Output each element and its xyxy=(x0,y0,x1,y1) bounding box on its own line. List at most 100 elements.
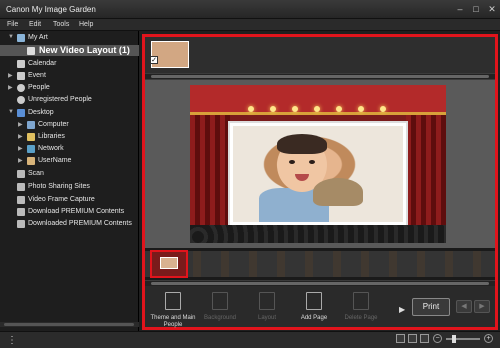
sidebar-scrollbar[interactable] xyxy=(0,322,139,327)
baby-photo[interactable] xyxy=(233,126,403,222)
menu-bar: File Edit Tools Help xyxy=(0,19,500,31)
tool-label: Add Page xyxy=(300,315,328,321)
menu-file[interactable]: File xyxy=(7,21,18,28)
zoom-in-icon[interactable]: + xyxy=(484,334,493,343)
sidebar-item-label: Photo Sharing Sites xyxy=(28,183,90,190)
network-icon xyxy=(27,145,35,153)
next-page-button[interactable]: ▶ xyxy=(474,300,490,313)
scan-icon xyxy=(17,170,25,178)
sidebar-item-people[interactable]: ▶ People xyxy=(0,83,139,94)
photo-hat xyxy=(313,178,363,206)
menu-edit[interactable]: Edit xyxy=(29,21,41,28)
thumbnail-scrollbar[interactable] xyxy=(145,74,495,79)
title-bar: Canon My Image Garden – □ ✕ xyxy=(0,0,500,19)
sidebar-item-label: My Art xyxy=(28,34,48,41)
sidebar-item-computer[interactable]: ▶ Computer xyxy=(0,120,139,131)
sidebar-item-label: Libraries xyxy=(38,133,65,140)
sidebar-item-calendar[interactable]: Calendar xyxy=(0,59,139,70)
fit-view-icon[interactable] xyxy=(420,334,429,343)
layout-icon xyxy=(259,292,275,310)
print-button[interactable]: Print xyxy=(412,298,450,316)
edit-area: ✓ Theme and Main People Background Layou… xyxy=(142,34,498,330)
sidebar-item-label: UserName xyxy=(38,157,72,164)
window-title: Canon My Image Garden xyxy=(6,5,96,14)
expand-arrow-icon[interactable]: ▶ xyxy=(18,121,24,128)
sidebar-item-label: Downloaded PREMIUM Contents xyxy=(28,220,132,227)
sidebar-item-new-video-layout[interactable]: New Video Layout (1) xyxy=(0,45,139,56)
scrollbar-thumb[interactable] xyxy=(151,282,489,285)
theme-people-icon xyxy=(165,292,181,310)
theater-stage-image[interactable] xyxy=(190,85,446,243)
photo-frame[interactable] xyxy=(228,121,408,227)
tool-label: Theme and Main People xyxy=(150,315,196,328)
calendar-icon xyxy=(17,60,25,68)
sidebar: ▼ My Art New Video Layout (1) Calendar ▶… xyxy=(0,31,139,331)
minimize-button[interactable]: – xyxy=(455,4,465,14)
sidebar-item-event[interactable]: ▶ Event xyxy=(0,71,139,82)
expand-arrow-icon[interactable]: ▶ xyxy=(18,145,24,152)
theme-and-main-people-button[interactable]: Theme and Main People xyxy=(148,290,198,328)
checkbox-icon[interactable]: ✓ xyxy=(150,56,158,64)
sidebar-item-scan[interactable]: Scan xyxy=(0,169,139,180)
sidebar-item-libraries[interactable]: ▶ Libraries xyxy=(0,132,139,143)
sidebar-item-unregistered-people[interactable]: Unregistered People xyxy=(0,95,139,106)
more-menu-icon[interactable]: ⋮ xyxy=(7,335,17,346)
layout-button[interactable]: Layout xyxy=(242,290,292,325)
page-thumbnail-strip: ✓ xyxy=(145,37,495,73)
sidebar-item-network[interactable]: ▶ Network xyxy=(0,144,139,155)
sidebar-item-label: Computer xyxy=(38,121,69,128)
delete-page-button[interactable]: Delete Page xyxy=(336,290,386,325)
scrollbar-thumb[interactable] xyxy=(4,323,134,326)
zoom-out-icon[interactable]: − xyxy=(433,334,442,343)
tool-label: Background xyxy=(203,315,237,321)
add-page-button[interactable]: Add Page xyxy=(289,290,339,325)
sidebar-item-desktop[interactable]: ▼ Desktop xyxy=(0,108,139,119)
sidebar-item-label: Video Frame Capture xyxy=(28,196,95,203)
page-thumbnail-photo xyxy=(160,257,178,269)
two-page-view-icon[interactable] xyxy=(408,334,417,343)
more-tools-arrow-icon[interactable]: ▶ xyxy=(399,305,405,314)
download-premium-icon xyxy=(17,208,25,216)
menu-tools[interactable]: Tools xyxy=(53,21,69,28)
stage-light xyxy=(270,106,276,112)
expand-arrow-icon[interactable]: ▶ xyxy=(18,157,24,164)
tool-label: Delete Page xyxy=(344,315,378,321)
delete-page-icon xyxy=(353,292,369,310)
expand-arrow-icon[interactable]: ▶ xyxy=(8,72,14,79)
single-view-icon[interactable] xyxy=(396,334,405,343)
sidebar-item-my-art[interactable]: ▼ My Art xyxy=(0,33,139,44)
close-button[interactable]: ✕ xyxy=(487,4,497,14)
photo-eye xyxy=(309,160,315,164)
expand-arrow-icon[interactable]: ▼ xyxy=(8,34,14,40)
sidebar-item-download-premium[interactable]: Download PREMIUM Contents xyxy=(0,207,139,218)
photo-hair xyxy=(277,134,327,154)
photo-sharing-icon xyxy=(17,183,25,191)
sidebar-item-photo-sharing-sites[interactable]: Photo Sharing Sites xyxy=(0,182,139,193)
stage-light xyxy=(380,106,386,112)
unregistered-people-icon xyxy=(17,96,25,104)
sidebar-item-video-frame-capture[interactable]: Video Frame Capture xyxy=(0,195,139,206)
expand-arrow-icon[interactable]: ▶ xyxy=(18,133,24,140)
stage-light xyxy=(358,106,364,112)
stage-light xyxy=(292,106,298,112)
sidebar-item-username[interactable]: ▶ UserName xyxy=(0,156,139,167)
audience-silhouette xyxy=(190,225,446,243)
add-page-icon xyxy=(306,292,322,310)
expand-arrow-icon[interactable]: ▶ xyxy=(8,84,14,91)
filmstrip-background xyxy=(145,251,495,277)
maximize-button[interactable]: □ xyxy=(471,4,481,14)
menu-help[interactable]: Help xyxy=(79,21,93,28)
prev-page-button[interactable]: ◀ xyxy=(456,300,472,313)
stage-light xyxy=(248,106,254,112)
selected-page-thumbnail[interactable] xyxy=(150,250,188,278)
sidebar-item-label: Network xyxy=(38,145,64,152)
my-art-icon xyxy=(17,34,25,42)
background-button[interactable]: Background xyxy=(195,290,245,325)
stage-light xyxy=(314,106,320,112)
preview-canvas xyxy=(145,80,495,248)
scrollbar-thumb[interactable] xyxy=(151,75,489,78)
expand-arrow-icon[interactable]: ▼ xyxy=(8,109,14,115)
sidebar-item-downloaded-premium[interactable]: Downloaded PREMIUM Contents xyxy=(0,219,139,230)
video-frame-icon xyxy=(17,196,25,204)
zoom-slider-knob[interactable] xyxy=(452,335,456,343)
